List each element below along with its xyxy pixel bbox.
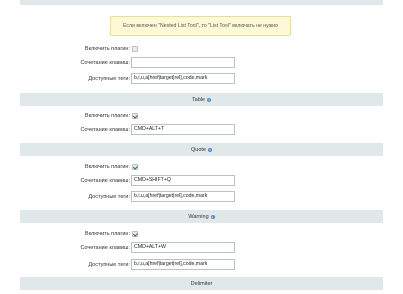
settings-page: Если включен "Nested List Tool", то "Lis… (0, 0, 403, 294)
section-title: Delimiter (190, 280, 213, 287)
row-allowed-tags: Доступные теги: b,i,u,a[href|target|rel]… (20, 259, 383, 271)
field-label: Сочетание клавиш: (80, 60, 130, 66)
field-label: Сочетание клавиш: (80, 127, 130, 133)
info-icon[interactable]: i (207, 147, 212, 152)
info-icon[interactable]: i (210, 214, 215, 219)
allowed-tags-input[interactable]: b,i,u,a[href|target|rel],code,mark (131, 191, 235, 202)
shortcut-input[interactable]: CMD+ALT+T (131, 124, 235, 135)
row-shortcut: Сочетание клавиш: (20, 57, 383, 69)
field-label: Сочетание клавиш: (80, 245, 130, 251)
enable-plugin-checkbox[interactable] (132, 164, 138, 170)
section-header-warning: Warning i (20, 210, 383, 223)
enable-plugin-checkbox[interactable] (132, 46, 138, 52)
shortcut-input[interactable] (131, 57, 235, 68)
row-enable-plugin: Включить плагин: (20, 110, 383, 122)
row-shortcut: Сочетание клавиш: CMD+ALT+W (20, 242, 383, 254)
row-shortcut: Сочетание клавиш: CMD+ALT+T (20, 124, 383, 136)
row-enable-plugin: Включить плагин: (20, 161, 383, 173)
field-label: Включить плагин: (84, 46, 130, 52)
notice-text: Если включен "Nested List Tool", то "Lis… (122, 23, 279, 29)
section-header-quote: Quote i (20, 143, 383, 156)
enable-plugin-checkbox[interactable] (132, 113, 138, 119)
section-header-table: Table i (20, 93, 383, 106)
allowed-tags-input[interactable]: b,i,u,a[href|target|rel],code,mark (131, 259, 235, 270)
row-enable-plugin: Включить плагин: (20, 43, 383, 55)
field-label: Доступные теги: (88, 76, 130, 82)
field-label: Включить плагин: (84, 113, 130, 119)
row-allowed-tags: Доступные теги: b,i,u,a[href|target|rel]… (20, 73, 383, 85)
section-title: Table (191, 96, 206, 103)
row-allowed-tags: Доступные теги: b,i,u,a[href|target|rel]… (20, 191, 383, 203)
shortcut-input[interactable]: CMD+ALT+W (131, 242, 235, 253)
field-label: Сочетание клавиш: (80, 178, 130, 184)
field-label: Доступные теги: (88, 194, 130, 200)
row-shortcut: Сочетание клавиш: CMD+SHIFT+Q (20, 175, 383, 187)
nested-list-notice: Если включен "Nested List Tool", то "Lis… (110, 16, 291, 36)
section-header-delimiter: Delimiter (20, 277, 383, 290)
top-section-header (20, 0, 383, 5)
info-icon[interactable]: i (207, 97, 212, 102)
section-title: Warning (188, 213, 209, 220)
enable-plugin-checkbox[interactable] (132, 231, 138, 237)
allowed-tags-input[interactable]: b,i,u,a[href|target|rel],code,mark (131, 73, 235, 84)
section-title: Quote (191, 146, 206, 153)
field-label: Включить плагин: (84, 231, 130, 237)
row-enable-plugin: Включить плагин: (20, 228, 383, 240)
shortcut-input[interactable]: CMD+SHIFT+Q (131, 175, 235, 186)
field-label: Включить плагин: (84, 164, 130, 170)
field-label: Доступные теги: (88, 262, 130, 268)
